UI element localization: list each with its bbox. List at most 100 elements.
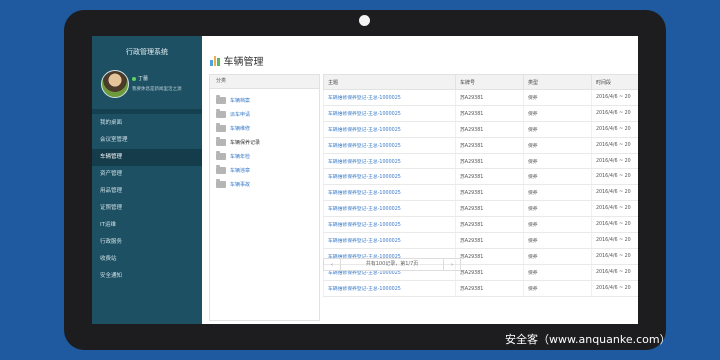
cell-plate: 苏A29381 [455, 89, 524, 106]
table-row[interactable]: 车辆维修保养登记-王总-1000025 苏A29381 保养 2016/4/6 ~ 2… [323, 232, 638, 249]
sidebar-item-meeting-room[interactable]: 会议室管理 [92, 132, 202, 149]
column-header-plate[interactable]: 车牌号 [455, 74, 524, 90]
sidebar-item-toll[interactable]: 收费站 [92, 251, 202, 268]
cell-subject[interactable]: 车辆维修保养登记-王总-1000025 [323, 232, 456, 249]
folder-label: 车辆档案 [230, 97, 251, 104]
folder-icon [216, 150, 226, 160]
folder-item[interactable]: 派车申请 [210, 107, 319, 121]
cell-plate: 苏A29381 [455, 200, 524, 218]
cell-period: 2016/4/6 ~ 20 [591, 121, 638, 138]
folder-item[interactable]: 车辆年检 [210, 149, 319, 163]
table-header-row: 主题 车牌号 类型 时间段 [323, 74, 638, 90]
table-row[interactable]: 车辆维修保养登记-王总-1000025 苏A29381 保养 2016/4/6 ~ 2… [323, 216, 638, 234]
cell-period: 2016/4/6 ~ 20 [591, 248, 638, 265]
cell-period: 2016/4/6 ~ 20 [591, 153, 638, 170]
cell-type: 保养 [523, 153, 592, 170]
pagination-info: 共有100记录，第1/7页 [340, 259, 444, 270]
cell-type: 保养 [523, 280, 592, 297]
table-row[interactable]: 车辆维修保养登记-王总-1000025 苏A29381 保养 2016/4/6 ~ 2… [323, 153, 638, 170]
table-row[interactable]: 车辆维修保养登记-王总-1000025 苏A29381 保养 2016/4/6 ~ 2… [323, 121, 638, 138]
sidebar-item-desktop[interactable]: 我的桌面 [92, 115, 202, 132]
camera-icon [359, 15, 370, 26]
cell-subject[interactable]: 车辆维修保养登记-王总-1000025 [323, 168, 456, 186]
watermark: 安全客（www.anquanke.com） [505, 333, 671, 346]
table-row[interactable]: 车辆维修保养登记-王总-1000025 苏A29381 保养 2016/4/6 ~ 2… [323, 200, 638, 218]
bar-chart-icon [210, 55, 220, 66]
sidebar-item-assets[interactable]: 资产管理 [92, 166, 202, 183]
cell-plate: 苏A29381 [455, 184, 524, 202]
sidebar-item-vehicles[interactable]: 车辆管理 [92, 149, 202, 166]
cell-period: 2016/4/6 ~ 20 [591, 216, 638, 234]
sidebar: 行政管理系统 丁蕾 我要休息是新闻里活之源 我的桌面 会议室管理 车辆管理 资产… [92, 36, 202, 324]
cell-subject[interactable]: 车辆维修保养登记-王总-1000025 [323, 105, 456, 122]
folder-label: 派车申请 [230, 111, 251, 118]
prev-page-button[interactable]: ‹ [324, 262, 340, 268]
folder-item[interactable]: 车辆档案 [210, 93, 319, 107]
cell-subject[interactable]: 车辆维修保养登记-王总-1000025 [323, 153, 456, 170]
folder-label: 车辆保养记录 [230, 139, 261, 146]
column-header-type[interactable]: 类型 [523, 74, 592, 90]
table-row[interactable]: 车辆维修保养登记-王总-1000025 苏A29381 保养 2016/4/6 ~ 2… [323, 280, 638, 297]
folder-item[interactable]: 车辆违章 [210, 163, 319, 177]
sidebar-item-it-ops[interactable]: IT运维 [92, 217, 202, 234]
cell-period: 2016/4/6 ~ 20 [591, 232, 638, 249]
cell-subject[interactable]: 车辆维修保养登记-王总-1000025 [323, 280, 456, 297]
folder-item-selected[interactable]: 车辆保养记录 [210, 135, 319, 149]
user-name: 丁蕾 [138, 76, 149, 82]
sidebar-item-safety[interactable]: 安全通知 [92, 268, 202, 285]
table-row[interactable]: 车辆维修保养登记-王总-1000025 苏A29381 保养 2016/4/6 ~ 2… [323, 184, 638, 202]
cell-type: 保养 [523, 248, 592, 265]
cell-period: 2016/4/6 ~ 20 [591, 184, 638, 202]
user-message: 我要休息是新闻里活之源 [132, 87, 182, 92]
sidebar-item-licenses[interactable]: 证照管理 [92, 200, 202, 217]
folder-list: 车辆档案 派车申请 车辆维修 车辆保养记录 车辆年检 车辆违章 车辆事故 [210, 89, 319, 191]
cell-subject[interactable]: 车辆维修保养登记-王总-1000025 [323, 200, 456, 218]
cell-subject[interactable]: 车辆维修保养登记-王总-1000025 [323, 216, 456, 234]
folder-icon [216, 164, 226, 174]
sidebar-menu: 我的桌面 会议室管理 车辆管理 资产管理 用品管理 证照管理 IT运维 行政服务… [92, 115, 202, 285]
table-row[interactable]: 车辆维修保养登记-王总-1000025 苏A29381 保养 2016/4/6 ~ 2… [323, 105, 638, 122]
table-row[interactable]: 车辆维修保养登记-王总-1000025 苏A29381 保养 2016/4/6 ~ 2… [323, 89, 638, 106]
folder-item[interactable]: 车辆事故 [210, 177, 319, 191]
next-page-button[interactable]: › [444, 262, 460, 268]
avatar[interactable] [101, 70, 129, 98]
cell-plate: 苏A29381 [455, 168, 524, 186]
page-header: 车辆管理 [210, 53, 264, 68]
online-dot-icon [132, 76, 136, 81]
cell-type: 保养 [523, 184, 592, 202]
table-row[interactable]: 车辆维修保养登记-王总-1000025 苏A29381 保养 2016/4/6 ~ 2… [323, 168, 638, 186]
folder-icon [216, 108, 226, 118]
table-row[interactable]: 车辆维修保养登记-王总-1000025 苏A29381 保养 2016/4/6 ~ 2… [323, 137, 638, 154]
cell-subject[interactable]: 车辆维修保养登记-王总-1000025 [323, 137, 456, 154]
folder-label: 车辆事故 [230, 181, 251, 188]
cell-plate: 苏A29381 [455, 280, 524, 297]
cell-subject[interactable]: 车辆维修保养登记-王总-1000025 [323, 121, 456, 138]
cell-subject[interactable]: 车辆维修保养登记-王总-1000025 [323, 184, 456, 202]
folder-label: 车辆年检 [230, 153, 251, 160]
cell-period: 2016/4/6 ~ 20 [591, 89, 638, 106]
sidebar-item-supplies[interactable]: 用品管理 [92, 183, 202, 200]
folder-item[interactable]: 车辆维修 [210, 121, 319, 135]
cell-type: 保养 [523, 200, 592, 218]
cell-period: 2016/4/6 ~ 20 [591, 105, 638, 122]
sidebar-item-admin-service[interactable]: 行政服务 [92, 234, 202, 251]
folder-icon [216, 178, 226, 188]
cell-type: 保养 [523, 105, 592, 122]
cell-type: 保养 [523, 232, 592, 249]
cell-plate: 苏A29381 [455, 105, 524, 122]
cell-plate: 苏A29381 [455, 232, 524, 249]
app-screen: 行政管理系统 丁蕾 我要休息是新闻里活之源 我的桌面 会议室管理 车辆管理 资产… [92, 36, 638, 324]
cell-plate: 苏A29381 [455, 264, 524, 281]
main-content: 车辆管理 分类 车辆档案 派车申请 车辆维修 车辆保养记录 车辆年检 车辆违章 … [202, 36, 638, 324]
column-header-period[interactable]: 时间段 [591, 74, 638, 90]
column-header-subject[interactable]: 主题 [323, 74, 456, 90]
cell-period: 2016/4/6 ~ 20 [591, 264, 638, 281]
cell-plate: 苏A29381 [455, 216, 524, 234]
app-title: 行政管理系统 [126, 48, 168, 56]
cell-period: 2016/4/6 ~ 20 [591, 168, 638, 186]
cell-subject[interactable]: 车辆维修保养登记-王总-1000025 [323, 89, 456, 106]
cell-plate: 苏A29381 [455, 137, 524, 154]
pagination: ‹ 共有100记录，第1/7页 › [323, 258, 461, 271]
cell-type: 保养 [523, 168, 592, 186]
page-title: 车辆管理 [223, 57, 264, 68]
